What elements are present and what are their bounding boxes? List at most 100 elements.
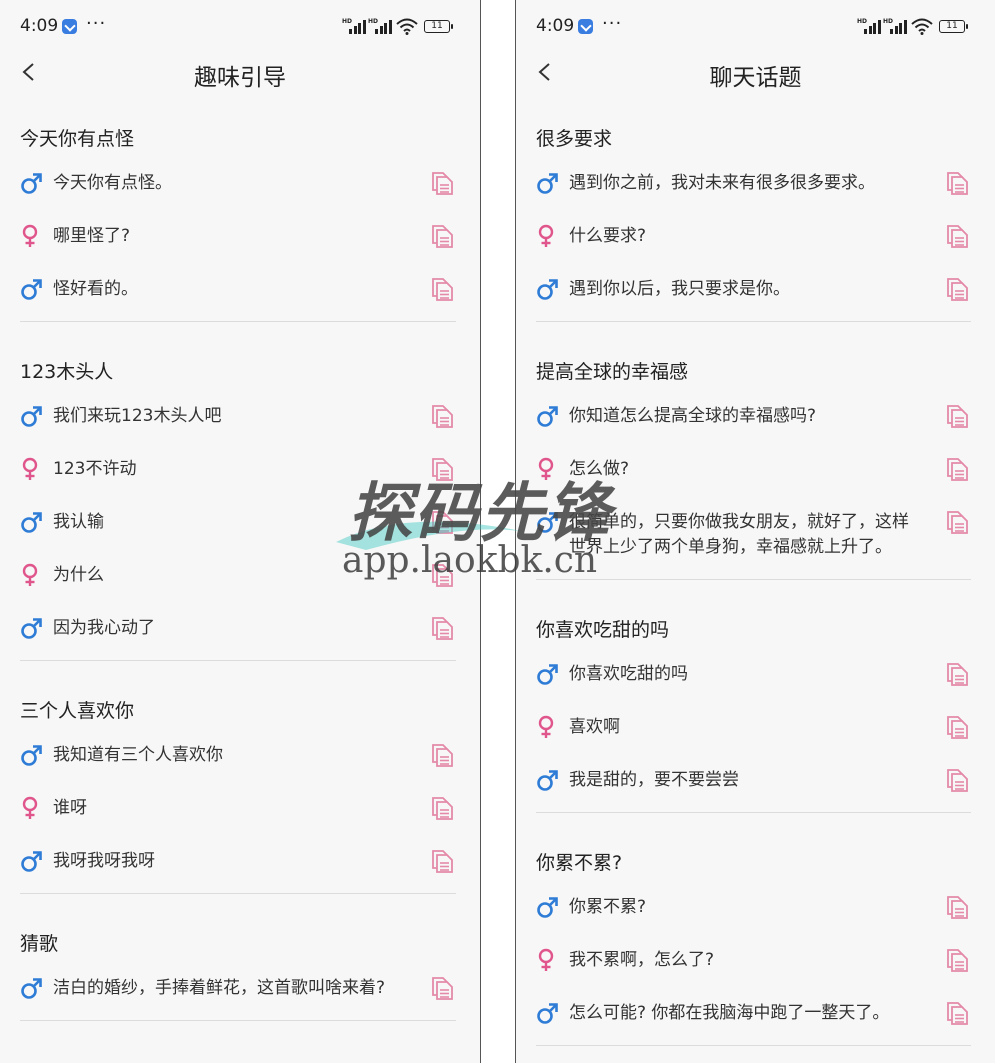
male-icon [536, 768, 558, 792]
chat-line-text: 你累不累? [569, 897, 647, 917]
male-icon [536, 171, 558, 195]
male-icon [20, 510, 42, 534]
chat-line-text: 遇到你之前，我对未来有很多很多要求。 [569, 173, 875, 193]
app-badge-icon [578, 19, 593, 34]
chat-line-text: 我呀我呀我呀 [53, 851, 155, 871]
section-divider [20, 893, 456, 894]
copy-icon[interactable] [944, 947, 970, 973]
copy-icon[interactable] [944, 456, 970, 482]
section-title: 123木头人 [20, 361, 114, 383]
copy-icon[interactable] [944, 1000, 970, 1026]
copy-icon[interactable] [944, 714, 970, 740]
chat-line-text: 我不累啊，怎么了? [569, 950, 715, 970]
chat-line-text: 我们来玩123木头人吧 [53, 406, 222, 426]
copy-icon[interactable] [944, 223, 970, 249]
chat-line-text: 很简单的，只要你做我女朋友，就好了，这样世界上少了两个单身狗，幸福感就上升了。 [569, 512, 909, 557]
copy-icon[interactable] [944, 276, 970, 302]
signal-icon: HD [883, 18, 907, 34]
copy-icon[interactable] [944, 170, 970, 196]
wifi-icon [911, 17, 933, 35]
chat-line-text: 你知道怎么提高全球的幸福感吗? [569, 406, 817, 426]
male-icon [536, 662, 558, 686]
copy-icon[interactable] [429, 276, 455, 302]
status-bar: 4:09 ··· HD HD 11 [516, 0, 995, 50]
section-title: 你喜欢吃甜的吗 [536, 619, 670, 641]
male-icon [20, 616, 42, 640]
male-icon [20, 171, 42, 195]
section-title: 提高全球的幸福感 [536, 361, 689, 383]
female-icon [20, 563, 42, 587]
status-time: 4:09 [536, 16, 575, 36]
copy-icon[interactable] [944, 767, 970, 793]
chat-line-text: 喜欢啊 [569, 717, 620, 737]
copy-icon[interactable] [429, 403, 455, 429]
female-icon [536, 457, 558, 481]
section-title: 很多要求 [536, 128, 613, 150]
copy-icon[interactable] [429, 795, 455, 821]
section-divider [20, 1020, 456, 1021]
chat-line-text: 遇到你以后，我只要求是你。 [569, 279, 790, 299]
male-icon [536, 404, 558, 428]
copy-icon[interactable] [944, 403, 970, 429]
copy-icon[interactable] [944, 661, 970, 687]
section-divider [536, 579, 971, 580]
section-divider [20, 321, 456, 322]
status-time: 4:09 [20, 16, 59, 36]
section-divider [536, 812, 971, 813]
chat-line-text: 哪里怪了? [53, 226, 131, 246]
nav-bar: 聊天话题 [516, 50, 995, 98]
chat-line-text: 我认输 [53, 512, 104, 532]
chat-line-text: 我是甜的，要不要尝尝 [569, 770, 739, 790]
female-icon [536, 715, 558, 739]
section-title: 猜歌 [20, 933, 59, 955]
chat-line-text: 怎么做? [569, 459, 630, 479]
male-icon [20, 849, 42, 873]
chat-line-text: 为什么 [53, 565, 104, 585]
signal-icon: HD [368, 18, 392, 34]
male-icon [536, 895, 558, 919]
male-icon [536, 1001, 558, 1025]
screen-divider [480, 0, 516, 1063]
female-icon [536, 948, 558, 972]
female-icon [20, 457, 42, 481]
section-divider [20, 660, 456, 661]
copy-icon[interactable] [429, 456, 455, 482]
copy-icon[interactable] [429, 615, 455, 641]
app-badge-icon [62, 19, 77, 34]
battery-icon: 11 [424, 20, 453, 33]
wifi-icon [396, 17, 418, 35]
chat-line-text: 怪好看的。 [53, 279, 138, 299]
female-icon [20, 224, 42, 248]
chat-line-text: 洁白的婚纱，手捧着鲜花，这首歌叫啥来着? [53, 978, 386, 998]
copy-icon[interactable] [944, 894, 970, 920]
section-title: 你累不累? [536, 852, 623, 874]
copy-icon[interactable] [429, 170, 455, 196]
right-phone-screen: 4:09 ··· HD HD 11 聊天话题很多要求 遇到你之前，我对未来有很多很多要求… [516, 0, 995, 1063]
section-title: 三个人喜欢你 [20, 700, 135, 722]
female-icon [20, 796, 42, 820]
status-bar: 4:09 ··· HD HD 11 [0, 0, 480, 50]
copy-icon[interactable] [429, 975, 455, 1001]
more-dots-icon: ··· [86, 13, 107, 34]
page-title: 聊天话题 [709, 65, 802, 91]
more-dots-icon: ··· [602, 13, 623, 34]
chat-line-text: 谁呀 [53, 798, 87, 818]
copy-icon[interactable] [429, 742, 455, 768]
copy-icon[interactable] [429, 223, 455, 249]
copy-icon[interactable] [429, 848, 455, 874]
signal-icon: HD [857, 18, 881, 34]
copy-icon[interactable] [429, 562, 455, 588]
chat-line-text: 今天你有点怪。 [53, 173, 172, 193]
chat-line-text: 你喜欢吃甜的吗 [569, 664, 688, 684]
copy-icon[interactable] [944, 509, 970, 535]
nav-bar: 趣味引导 [0, 50, 480, 98]
left-phone-screen: 4:09 ··· HD HD 11 趣味引导 今天你有点怪 今天你有点怪。 哪里怪了? 怪… [0, 0, 480, 1063]
section-divider [536, 1045, 971, 1046]
male-icon [20, 277, 42, 301]
male-icon [20, 976, 42, 1000]
battery-icon: 11 [939, 20, 968, 33]
male-icon [536, 510, 558, 534]
chat-line-text: 什么要求? [569, 226, 647, 246]
copy-icon[interactable] [429, 509, 455, 535]
female-icon [536, 224, 558, 248]
